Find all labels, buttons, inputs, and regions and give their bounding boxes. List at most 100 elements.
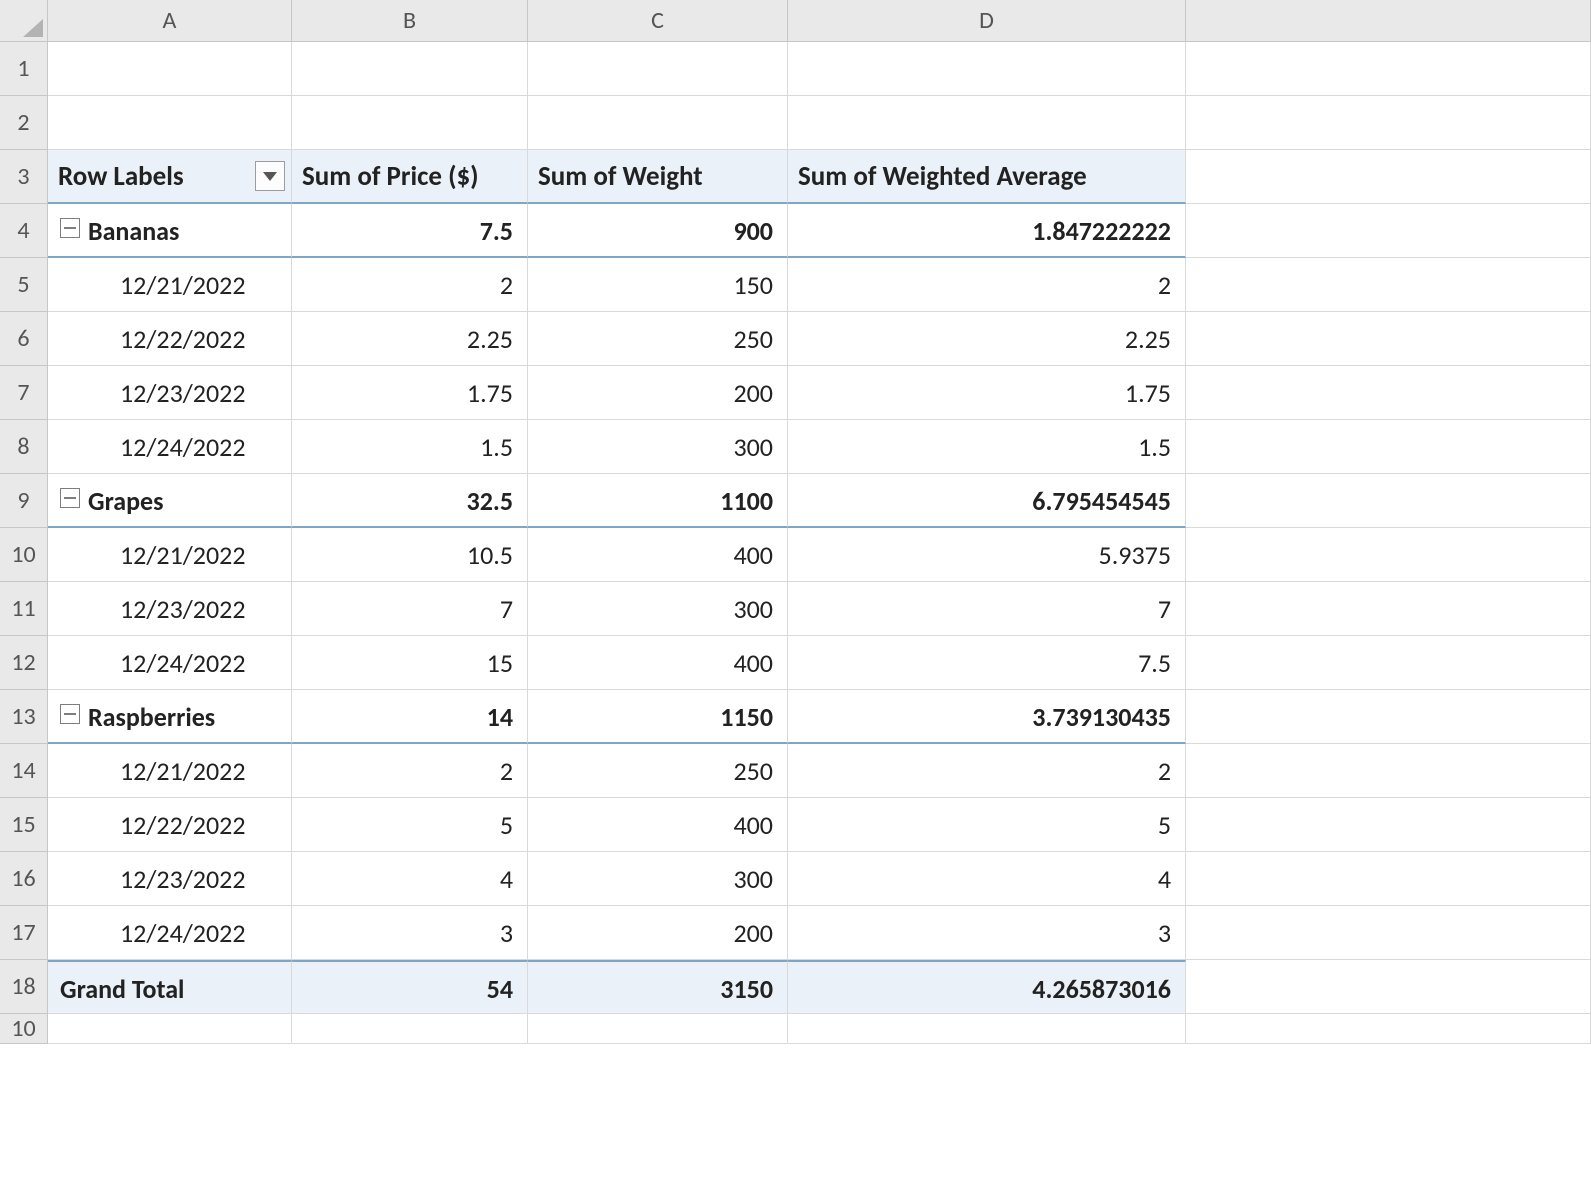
row-header[interactable]: 10: [0, 528, 48, 582]
cell-date[interactable]: 12/21/2022: [48, 528, 292, 582]
cell[interactable]: [1186, 474, 1591, 528]
cell[interactable]: [1186, 312, 1591, 366]
cell-value[interactable]: 1.75: [788, 366, 1186, 420]
cell-value[interactable]: 15: [292, 636, 528, 690]
cell-value[interactable]: 2: [788, 744, 1186, 798]
cell[interactable]: [292, 42, 528, 96]
cell-value[interactable]: 1.75: [292, 366, 528, 420]
row-header[interactable]: 8: [0, 420, 48, 474]
cell[interactable]: [1186, 528, 1591, 582]
row-header[interactable]: 7: [0, 366, 48, 420]
collapse-icon[interactable]: [60, 488, 80, 508]
cell-value[interactable]: 10.5: [292, 528, 528, 582]
cell[interactable]: [1186, 420, 1591, 474]
cell[interactable]: [1186, 690, 1591, 744]
cell-value[interactable]: 300: [528, 582, 788, 636]
cell-value[interactable]: 1.5: [292, 420, 528, 474]
cell-value[interactable]: 7: [292, 582, 528, 636]
cell-date[interactable]: 12/24/2022: [48, 906, 292, 960]
cell[interactable]: [1186, 744, 1591, 798]
cell-value[interactable]: 7.5: [788, 636, 1186, 690]
row-header[interactable]: 3: [0, 150, 48, 204]
cell-value[interactable]: 400: [528, 528, 788, 582]
cell[interactable]: [292, 96, 528, 150]
cell-value[interactable]: 1.5: [788, 420, 1186, 474]
row-header[interactable]: 14: [0, 744, 48, 798]
cell-value[interactable]: 250: [528, 312, 788, 366]
row-header[interactable]: 11: [0, 582, 48, 636]
cell-value[interactable]: 1150: [528, 690, 788, 744]
cell[interactable]: [1186, 1014, 1591, 1044]
cell-value[interactable]: 2: [292, 258, 528, 312]
cell-value[interactable]: 300: [528, 852, 788, 906]
cell-date[interactable]: 12/23/2022: [48, 582, 292, 636]
cell-value[interactable]: 2.25: [292, 312, 528, 366]
cell-date[interactable]: 12/24/2022: [48, 636, 292, 690]
group-header-grapes[interactable]: Grapes: [48, 474, 292, 528]
cell[interactable]: [1186, 42, 1591, 96]
cell-value[interactable]: 2: [292, 744, 528, 798]
row-header[interactable]: 2: [0, 96, 48, 150]
cell-value[interactable]: 5: [292, 798, 528, 852]
cell-date[interactable]: 12/21/2022: [48, 258, 292, 312]
cell-value[interactable]: 32.5: [292, 474, 528, 528]
cell-value[interactable]: 2: [788, 258, 1186, 312]
cell[interactable]: [1186, 150, 1591, 204]
cell-date[interactable]: 12/22/2022: [48, 312, 292, 366]
col-header-extra[interactable]: [1186, 0, 1591, 42]
cell[interactable]: [788, 42, 1186, 96]
cell-value[interactable]: 14: [292, 690, 528, 744]
cell-value[interactable]: 1100: [528, 474, 788, 528]
row-header[interactable]: 17: [0, 906, 48, 960]
cell[interactable]: [1186, 204, 1591, 258]
pivot-col-header-wavg[interactable]: Sum of Weighted Average: [788, 150, 1186, 204]
cell[interactable]: [788, 96, 1186, 150]
spreadsheet-grid[interactable]: A B C D 1 2 3 Row Labels Sum of Price ($…: [0, 0, 1591, 1044]
select-all-corner[interactable]: [0, 0, 48, 42]
cell[interactable]: [1186, 582, 1591, 636]
cell[interactable]: [1186, 852, 1591, 906]
col-header-b[interactable]: B: [292, 0, 528, 42]
grand-total-label[interactable]: Grand Total: [48, 960, 292, 1014]
pivot-col-header-price[interactable]: Sum of Price ($): [292, 150, 528, 204]
cell-value[interactable]: 5: [788, 798, 1186, 852]
cell[interactable]: [528, 96, 788, 150]
col-header-d[interactable]: D: [788, 0, 1186, 42]
cell-date[interactable]: 12/23/2022: [48, 852, 292, 906]
grand-total-wavg[interactable]: 4.265873016: [788, 960, 1186, 1014]
cell[interactable]: [528, 42, 788, 96]
row-header[interactable]: 15: [0, 798, 48, 852]
cell[interactable]: [1186, 798, 1591, 852]
cell[interactable]: [1186, 96, 1591, 150]
cell-value[interactable]: 3: [788, 906, 1186, 960]
grand-total-weight[interactable]: 3150: [528, 960, 788, 1014]
cell-value[interactable]: 400: [528, 636, 788, 690]
cell-value[interactable]: 7: [788, 582, 1186, 636]
cell[interactable]: [788, 1014, 1186, 1044]
cell[interactable]: [528, 1014, 788, 1044]
cell-value[interactable]: 300: [528, 420, 788, 474]
cell[interactable]: [48, 42, 292, 96]
row-header[interactable]: 18: [0, 960, 48, 1014]
collapse-icon[interactable]: [60, 218, 80, 238]
cell-value[interactable]: 4: [292, 852, 528, 906]
pivot-col-header-weight[interactable]: Sum of Weight: [528, 150, 788, 204]
row-header[interactable]: 9: [0, 474, 48, 528]
cell-value[interactable]: 1.847222222: [788, 204, 1186, 258]
row-header[interactable]: 5: [0, 258, 48, 312]
cell-value[interactable]: 7.5: [292, 204, 528, 258]
cell[interactable]: [292, 1014, 528, 1044]
cell-value[interactable]: 3.739130435: [788, 690, 1186, 744]
cell-value[interactable]: 6.795454545: [788, 474, 1186, 528]
col-header-c[interactable]: C: [528, 0, 788, 42]
cell-date[interactable]: 12/23/2022: [48, 366, 292, 420]
cell-value[interactable]: 200: [528, 366, 788, 420]
row-header[interactable]: 1: [0, 42, 48, 96]
row-header[interactable]: 12: [0, 636, 48, 690]
cell-value[interactable]: 250: [528, 744, 788, 798]
collapse-icon[interactable]: [60, 704, 80, 724]
cell[interactable]: [1186, 960, 1591, 1014]
cell[interactable]: [48, 1014, 292, 1044]
cell-value[interactable]: 900: [528, 204, 788, 258]
grand-total-price[interactable]: 54: [292, 960, 528, 1014]
